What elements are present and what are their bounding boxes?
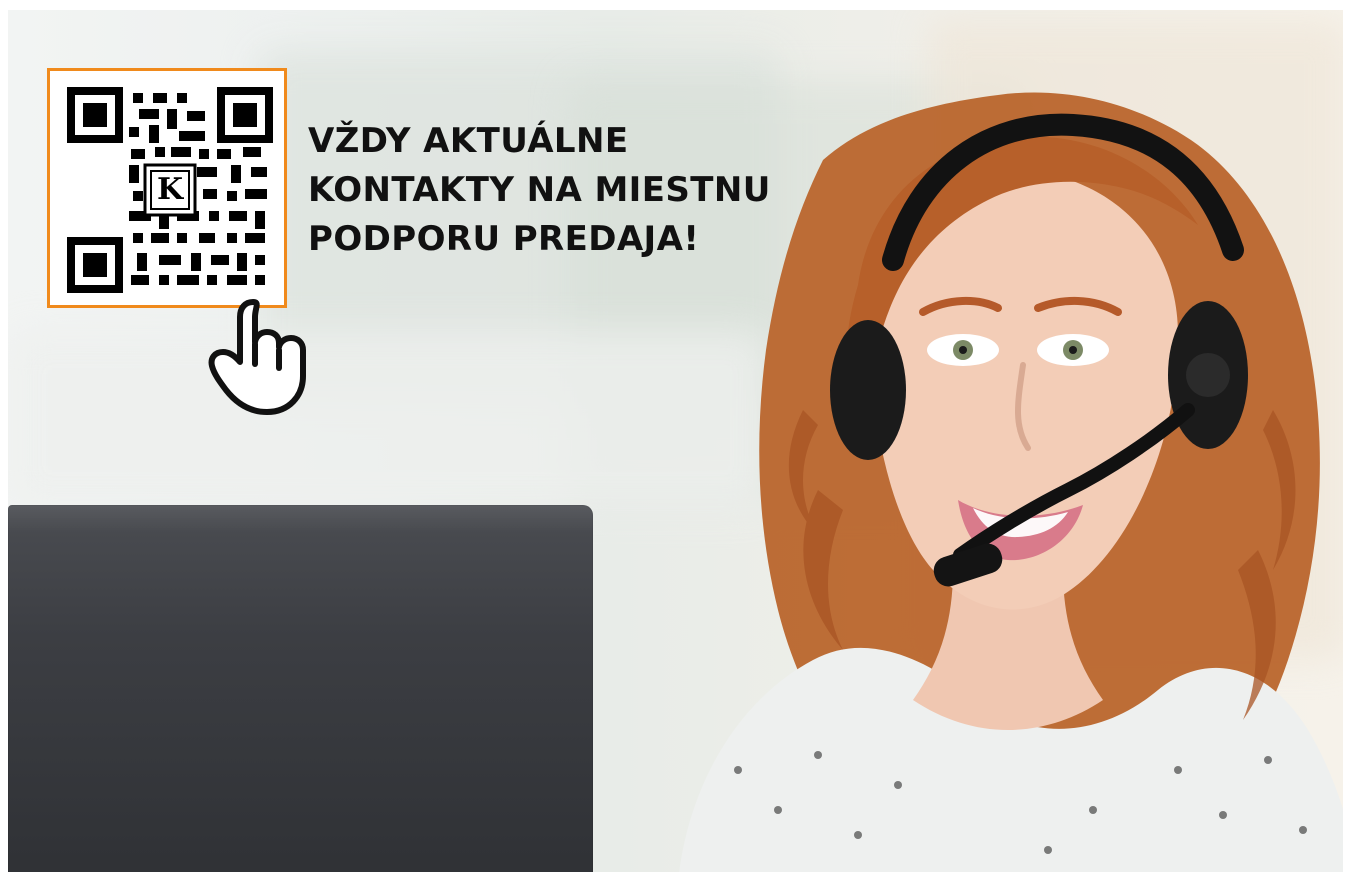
headline-line-2: KONTAKTY NA MIESTNU	[308, 170, 771, 210]
headline-line-1: VŽDY AKTUÁLNE	[308, 121, 629, 161]
qr-code-icon[interactable]: K	[67, 87, 273, 293]
headline-line-3: PODPORU PREDAJA!	[308, 219, 700, 259]
qr-logo-letter: K	[157, 172, 184, 207]
hand-pointer-icon	[205, 292, 315, 422]
monitor	[8, 505, 593, 872]
qr-logo: K	[143, 163, 197, 217]
headline: VŽDY AKTUÁLNE KONTAKTY NA MIESTNU PODPOR…	[308, 117, 828, 264]
qr-code-frame: K	[47, 68, 287, 308]
canvas: K VŽDY AKTUÁLNE KONTAKTY NA MIESTNU PODP…	[0, 0, 1349, 877]
